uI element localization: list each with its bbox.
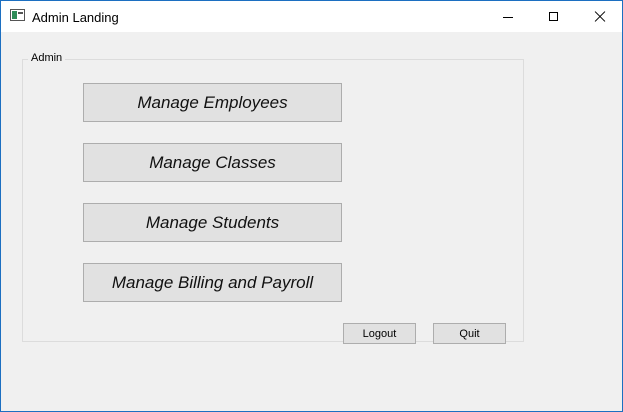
app-window: Admin Landing Admin Manage Employees Man… xyxy=(0,0,623,412)
window-title: Admin Landing xyxy=(32,10,119,25)
manage-students-button[interactable]: Manage Students xyxy=(83,203,342,242)
admin-group-label: Admin xyxy=(28,52,66,64)
minimize-button[interactable] xyxy=(485,1,531,32)
app-window-icon xyxy=(10,9,25,21)
maximize-button[interactable] xyxy=(531,1,577,32)
title-bar[interactable]: Admin Landing xyxy=(1,1,622,32)
manage-billing-payroll-button[interactable]: Manage Billing and Payroll xyxy=(83,263,342,302)
quit-button[interactable]: Quit xyxy=(433,323,506,344)
logout-button[interactable]: Logout xyxy=(343,323,416,344)
close-button[interactable] xyxy=(577,1,623,32)
manage-classes-button[interactable]: Manage Classes xyxy=(83,143,342,182)
manage-employees-button[interactable]: Manage Employees xyxy=(83,83,342,122)
client-area: Admin Manage Employees Manage Classes Ma… xyxy=(1,32,622,411)
